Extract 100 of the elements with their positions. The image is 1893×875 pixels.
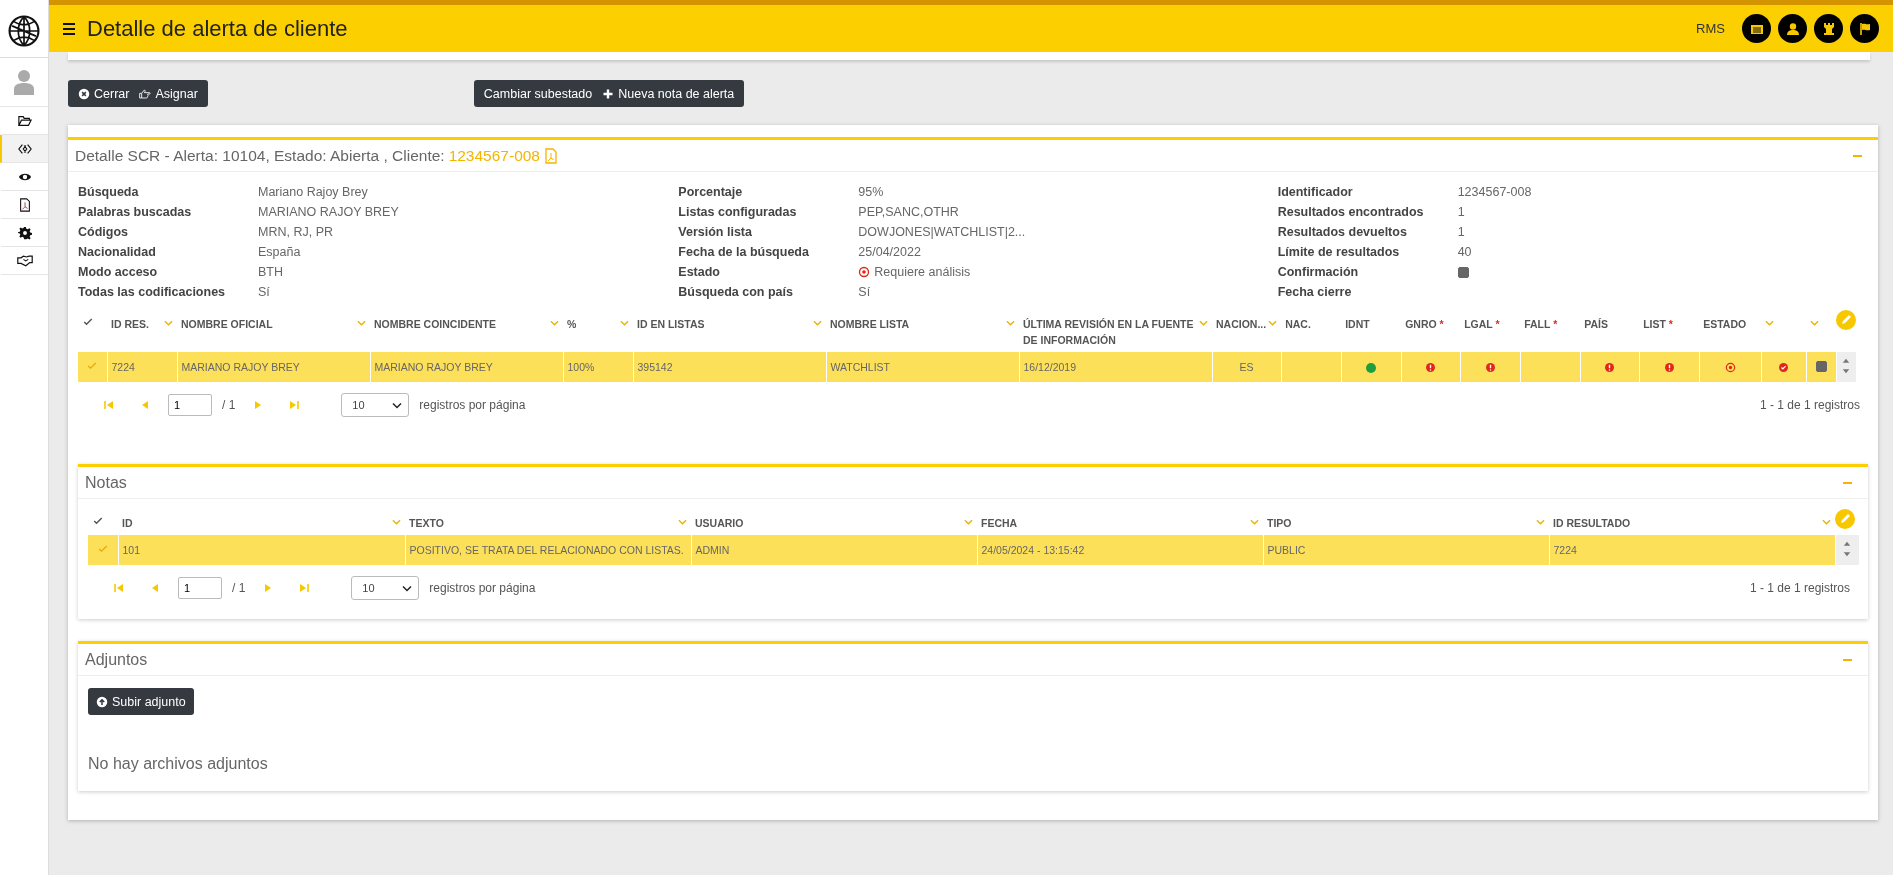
column-header[interactable]: ESTADO	[1703, 316, 1747, 332]
column-header[interactable]: FALL *	[1524, 316, 1558, 332]
avatar-icon[interactable]	[14, 69, 34, 95]
caret-icon[interactable]	[1765, 320, 1775, 326]
field-label: Identificador	[1277, 185, 1354, 199]
user-icon	[1784, 20, 1801, 37]
table-cell: MARIANO RAJOY BREY	[374, 361, 493, 373]
field-label: Todas las codificaciones	[78, 285, 227, 299]
column-header[interactable]: NOMBRE LISTA	[830, 316, 910, 332]
pdf-file-icon[interactable]	[544, 147, 558, 164]
field-label: Fecha de la búsqueda	[678, 245, 810, 259]
sidebar-item[interactable]	[0, 135, 48, 163]
column-header[interactable]: ID RES.	[111, 316, 149, 332]
caret-icon[interactable]	[1199, 320, 1208, 326]
collapse-icon[interactable]	[1843, 481, 1852, 484]
column-header[interactable]: ID	[122, 515, 133, 531]
target-icon	[1724, 362, 1736, 374]
caret-icon[interactable]	[392, 519, 401, 525]
page-title: Detalle de alerta de cliente	[87, 15, 348, 42]
caret-icon[interactable]	[1006, 320, 1015, 326]
field-value: DOWJONES|WATCHLIST|2...	[858, 225, 1026, 239]
last-page-button[interactable]	[298, 582, 311, 594]
column-header[interactable]: ID EN LISTAS	[637, 316, 705, 332]
caret-icon[interactable]	[1268, 320, 1278, 326]
table-cell: ES	[1239, 361, 1254, 373]
table-row[interactable]: 101 POSITIVO, SE TRATA DEL RELACIONADO CON LISTAS. ADMIN 24/05/2024 - 13:15:42 PUBLIC 7224	[88, 535, 1859, 565]
column-header[interactable]: USUARIO	[695, 515, 744, 531]
checkbox[interactable]	[1815, 360, 1827, 372]
column-header[interactable]: GNRO *	[1405, 316, 1444, 332]
column-header[interactable]: IDNT	[1345, 316, 1370, 332]
field-label: Versión lista	[678, 225, 753, 239]
caret-icon[interactable]	[550, 320, 559, 326]
globe-logo-icon[interactable]	[7, 14, 41, 48]
page-field[interactable]: 1	[178, 577, 222, 599]
page-field[interactable]: 1	[168, 394, 212, 416]
column-header[interactable]: NOMBRE COINCIDENTE	[374, 316, 496, 332]
caret-icon[interactable]	[620, 320, 629, 326]
upload-icon	[96, 695, 108, 708]
close-icon	[78, 87, 90, 100]
checkbox[interactable]	[1457, 266, 1469, 278]
edit-button[interactable]	[1835, 509, 1855, 529]
menu-icon[interactable]	[63, 22, 75, 35]
field-label: Búsqueda	[78, 185, 140, 199]
first-page-button[interactable]	[113, 582, 125, 594]
field-value: España	[258, 245, 301, 259]
field-label: Búsqueda con país	[678, 285, 794, 299]
column-header[interactable]: FECHA	[981, 515, 1018, 531]
caret-icon[interactable]	[1810, 320, 1820, 326]
table-cell: 100%	[567, 361, 595, 373]
table-cell: WATCHLIST	[830, 361, 890, 373]
column-header[interactable]: ÚLTIMA REVISIÓN EN LA FUENTE DE INFORMACIÓN	[1023, 316, 1197, 348]
column-header[interactable]: TEXTO	[409, 515, 444, 531]
header-button[interactable]	[1778, 14, 1807, 43]
caret-icon[interactable]	[1250, 519, 1259, 525]
caret-icon[interactable]	[164, 320, 173, 326]
column-header[interactable]: PAÍS	[1584, 316, 1608, 332]
pointing-hand-icon	[139, 87, 152, 100]
folder-icon	[17, 113, 33, 128]
column-header[interactable]: NOMBRE OFICIAL	[181, 316, 273, 332]
header-button[interactable]	[1814, 14, 1843, 43]
field-label: Confirmación	[1277, 265, 1360, 279]
header-button[interactable]	[1742, 14, 1771, 43]
caret-icon[interactable]	[1822, 519, 1831, 525]
column-header[interactable]: %	[567, 316, 577, 332]
table-cell: 24/05/2024 - 13:15:42	[981, 544, 1085, 556]
column-header[interactable]: TIPO	[1267, 515, 1292, 531]
column-header[interactable]: NAC.	[1285, 316, 1311, 332]
field-label: Porcentaje	[678, 185, 744, 199]
table-cell: POSITIVO, SE TRATA DEL RELACIONADO CON LISTAS.	[409, 544, 684, 556]
collapse-icon[interactable]	[1853, 154, 1862, 157]
select-all-icon[interactable]	[82, 316, 94, 328]
field-value: 95%	[858, 185, 884, 199]
table-cell: 16/12/2019	[1023, 361, 1077, 373]
table-cell: 7224	[1553, 544, 1577, 556]
field-value: Sí	[858, 285, 871, 299]
first-page-button[interactable]	[103, 399, 115, 411]
select-all-icon[interactable]	[92, 515, 104, 527]
upload-button[interactable]: Subir adjunto	[88, 688, 194, 715]
caret-icon[interactable]	[1536, 519, 1545, 525]
last-page-button[interactable]	[288, 399, 301, 411]
field-label: Límite de resultados	[1277, 245, 1401, 259]
page-size-label: registros por página	[429, 581, 536, 595]
handshake-icon	[17, 253, 33, 268]
caret-icon[interactable]	[964, 519, 973, 525]
field-label: Palabras buscadas	[78, 205, 193, 219]
record-count: 1 - 1 de 1 registros	[1749, 581, 1850, 595]
edit-button[interactable]	[1836, 310, 1857, 330]
column-header[interactable]: LGAL *	[1464, 316, 1500, 332]
field-value: MARIANO RAJOY BREY	[258, 205, 399, 219]
column-header[interactable]: NACION...	[1216, 316, 1267, 332]
table-row[interactable]: 7224 MARIANO RAJOY BREY MARIANO RAJOY BREY 100% 395142 WATCHLIST 16/12/2019 ES	[78, 352, 1857, 382]
page-size-dropdown[interactable]: 10	[341, 393, 410, 417]
caret-icon[interactable]	[357, 320, 366, 326]
header-button[interactable]	[1850, 14, 1879, 43]
column-header[interactable]: LIST *	[1643, 316, 1673, 332]
caret-icon[interactable]	[678, 519, 687, 525]
page-size-dropdown[interactable]: 10	[351, 576, 420, 600]
collapse-icon[interactable]	[1843, 658, 1852, 661]
caret-icon[interactable]	[813, 320, 822, 326]
column-header[interactable]: ID RESULTADO	[1553, 515, 1631, 531]
